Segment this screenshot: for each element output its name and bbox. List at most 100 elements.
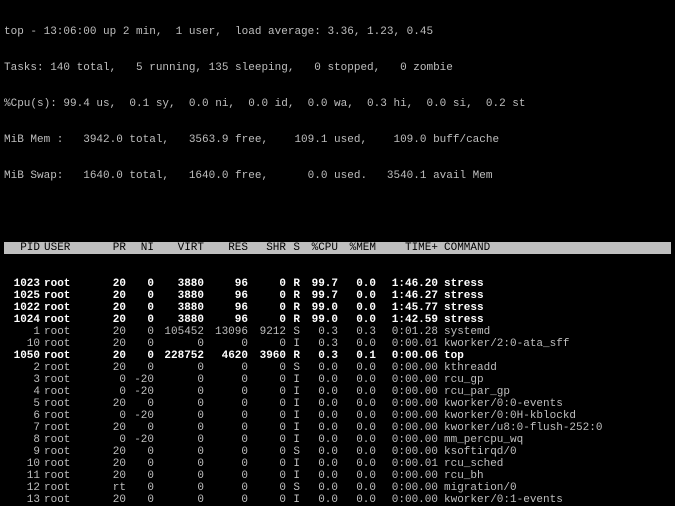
cell-res: 96: [204, 278, 248, 290]
cell-virt: 3880: [154, 278, 204, 290]
cell-pr: 0: [98, 386, 126, 398]
cell-time: 0:00.00: [376, 446, 438, 458]
cell-user: root: [40, 374, 98, 386]
cell-time: 0:01.28: [376, 326, 438, 338]
cell-ni: -20: [126, 374, 154, 386]
cell-pid: 1: [4, 326, 40, 338]
cell-mem: 0.0: [338, 482, 376, 494]
cell-cpu: 0.0: [300, 362, 338, 374]
cell-pr: 20: [98, 326, 126, 338]
process-row: 5root200000I0.00.00:00.00kworker/0:0-eve…: [4, 398, 671, 410]
cell-ni: 0: [126, 422, 154, 434]
cell-pr: 0: [98, 410, 126, 422]
cell-pid: 7: [4, 422, 40, 434]
cell-cpu: 0.3: [300, 338, 338, 350]
col-mem: %MEM: [338, 242, 376, 254]
col-shr: SHR: [248, 242, 286, 254]
cell-ni: 0: [126, 350, 154, 362]
cell-ni: -20: [126, 386, 154, 398]
cell-pid: 5: [4, 398, 40, 410]
col-ni: NI: [126, 242, 154, 254]
cell-mem: 0.0: [338, 446, 376, 458]
cell-shr: 0: [248, 278, 286, 290]
cell-pr: 20: [98, 338, 126, 350]
cell-pid: 4: [4, 386, 40, 398]
cell-ni: 0: [126, 458, 154, 470]
terminal-screen[interactable]: top - 13:06:00 up 2 min, 1 user, load av…: [0, 0, 675, 506]
cell-mem: 0.0: [338, 458, 376, 470]
cell-cmd: kworker/0:1-events: [438, 494, 671, 506]
cell-virt: 0: [154, 374, 204, 386]
cell-pid: 12: [4, 482, 40, 494]
cell-s: I: [286, 422, 300, 434]
cell-virt: 0: [154, 338, 204, 350]
cell-pid: 1024: [4, 314, 40, 326]
cell-res: 96: [204, 290, 248, 302]
cell-time: 0:00.00: [376, 422, 438, 434]
cell-virt: 3880: [154, 314, 204, 326]
cell-user: root: [40, 446, 98, 458]
cell-res: 0: [204, 482, 248, 494]
summary-line-4: MiB Mem : 3942.0 total, 3563.9 free, 109…: [4, 134, 671, 146]
cell-pid: 3: [4, 374, 40, 386]
cell-virt: 0: [154, 422, 204, 434]
cell-shr: 3960: [248, 350, 286, 362]
col-virt: VIRT: [154, 242, 204, 254]
cell-res: 0: [204, 494, 248, 506]
cell-cmd: rcu_bh: [438, 470, 671, 482]
cell-user: root: [40, 290, 98, 302]
cell-mem: 0.0: [338, 338, 376, 350]
cell-ni: -20: [126, 434, 154, 446]
cell-pr: 20: [98, 302, 126, 314]
cell-user: root: [40, 482, 98, 494]
cell-cpu: 0.0: [300, 470, 338, 482]
cell-cpu: 0.0: [300, 422, 338, 434]
cell-mem: 0.0: [338, 302, 376, 314]
cell-s: R: [286, 290, 300, 302]
cell-virt: 0: [154, 482, 204, 494]
process-row: 10root200000I0.00.00:00.01rcu_sched: [4, 458, 671, 470]
cell-cpu: 0.0: [300, 410, 338, 422]
process-row: 9root200000S0.00.00:00.00ksoftirqd/0: [4, 446, 671, 458]
cell-virt: 0: [154, 458, 204, 470]
cell-pr: 0: [98, 434, 126, 446]
cell-ni: 0: [126, 398, 154, 410]
summary-line-3: %Cpu(s): 99.4 us, 0.1 sy, 0.0 ni, 0.0 id…: [4, 98, 671, 110]
cell-virt: 0: [154, 470, 204, 482]
cell-s: I: [286, 398, 300, 410]
cell-user: root: [40, 386, 98, 398]
cell-res: 0: [204, 470, 248, 482]
cell-shr: 0: [248, 386, 286, 398]
process-row: 1root200105452130969212S0.30.30:01.28sys…: [4, 326, 671, 338]
cell-pid: 10: [4, 338, 40, 350]
cell-res: 0: [204, 434, 248, 446]
blank-line: [4, 206, 671, 218]
cell-res: 0: [204, 446, 248, 458]
col-res: RES: [204, 242, 248, 254]
cell-user: root: [40, 278, 98, 290]
summary-line-1: top - 13:06:00 up 2 min, 1 user, load av…: [4, 26, 671, 38]
process-row: 7root200000I0.00.00:00.00kworker/u8:0-fl…: [4, 422, 671, 434]
process-row: 12rootrt0000S0.00.00:00.00migration/0: [4, 482, 671, 494]
cell-pr: 20: [98, 446, 126, 458]
cell-shr: 9212: [248, 326, 286, 338]
col-user: USER: [40, 242, 98, 254]
cell-cmd: stress: [438, 278, 671, 290]
cell-pid: 1025: [4, 290, 40, 302]
cell-pid: 1022: [4, 302, 40, 314]
cell-user: root: [40, 458, 98, 470]
cell-res: 96: [204, 302, 248, 314]
cell-pid: 8: [4, 434, 40, 446]
cell-pid: 10: [4, 458, 40, 470]
cell-time: 1:42.59: [376, 314, 438, 326]
cell-pr: 20: [98, 458, 126, 470]
cell-pr: 20: [98, 494, 126, 506]
cell-user: root: [40, 470, 98, 482]
cell-shr: 0: [248, 482, 286, 494]
cell-s: R: [286, 314, 300, 326]
cell-shr: 0: [248, 374, 286, 386]
cell-virt: 0: [154, 362, 204, 374]
cell-time: 0:00.00: [376, 482, 438, 494]
cell-virt: 3880: [154, 290, 204, 302]
column-header-row: PID USER PR NI VIRT RES SHR S %CPU %MEM …: [4, 242, 671, 254]
